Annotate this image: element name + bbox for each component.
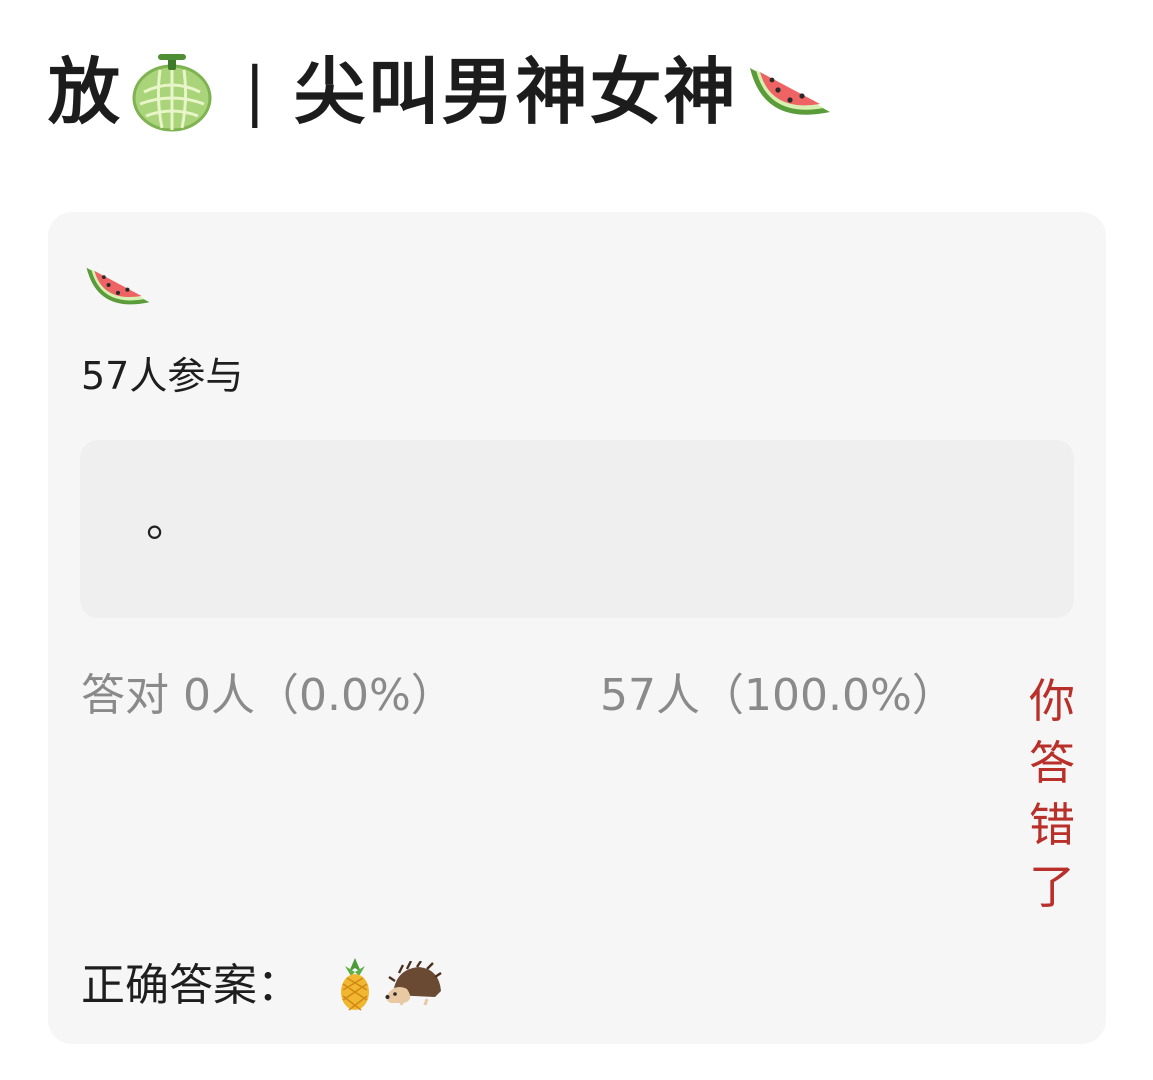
title-main: 尖叫男神女神 xyxy=(293,50,738,134)
melon-icon xyxy=(130,48,214,136)
watermelon-icon xyxy=(80,252,156,322)
page-title: 放 | 尖叫男神女神 xyxy=(48,42,836,142)
watermelon-icon xyxy=(744,48,836,136)
result-label: 你答错了 xyxy=(1029,674,1075,914)
hedgehog-icon xyxy=(385,960,443,1011)
correct-answer: 正确答案： xyxy=(81,954,443,1018)
option-text: 。 xyxy=(146,496,190,547)
answer-label: 正确答案： xyxy=(81,960,301,1011)
title-separator: | xyxy=(244,55,266,129)
pineapple-icon xyxy=(335,956,375,1016)
participants-count: 57人参与 xyxy=(81,354,244,398)
wrong-stat: 57人（100.0%） xyxy=(600,670,956,721)
quiz-option[interactable]: 。 xyxy=(80,440,1074,618)
quiz-card: 57人参与 。 答对 0人（0.0%） 57人（100.0%） 你答错了 正确答… xyxy=(48,212,1106,1044)
title-prefix: 放 xyxy=(48,50,123,134)
correct-stat: 答对 0人（0.0%） xyxy=(81,670,455,721)
